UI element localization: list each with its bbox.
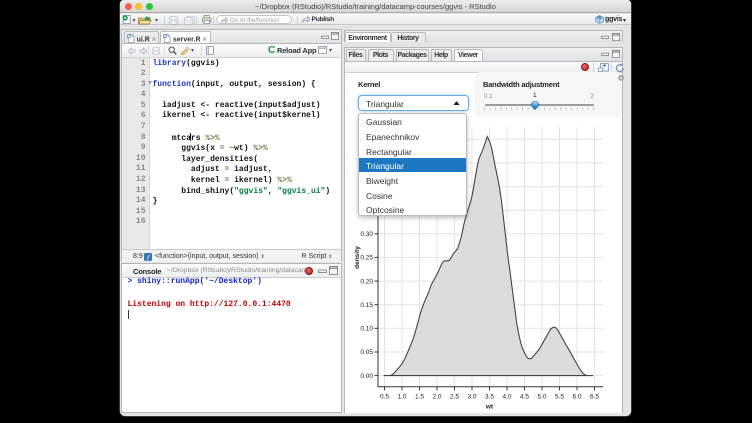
svg-text:5.5: 5.5 — [555, 394, 564, 401]
svg-text:2.0: 2.0 — [432, 394, 441, 401]
svg-text:3.0: 3.0 — [467, 394, 476, 401]
svg-text:6.0: 6.0 — [572, 394, 581, 401]
svg-text:0.15: 0.15 — [360, 302, 373, 309]
svg-text:2.5: 2.5 — [450, 394, 459, 401]
svg-text:0.25: 0.25 — [360, 255, 373, 262]
svg-text:1.0: 1.0 — [397, 394, 406, 401]
svg-text:0.10: 0.10 — [360, 326, 373, 333]
svg-text:0.20: 0.20 — [360, 278, 373, 285]
svg-text:3.5: 3.5 — [485, 394, 494, 401]
svg-text:6.5: 6.5 — [590, 394, 599, 401]
svg-text:1.5: 1.5 — [415, 394, 424, 401]
svg-text:4.0: 4.0 — [502, 394, 511, 401]
svg-text:wt: wt — [485, 404, 494, 411]
svg-text:0.05: 0.05 — [360, 349, 373, 356]
svg-text:0.00: 0.00 — [360, 373, 373, 380]
svg-text:4.5: 4.5 — [520, 394, 529, 401]
svg-text:density: density — [354, 246, 361, 269]
svg-text:0.30: 0.30 — [360, 231, 373, 238]
svg-text:5.0: 5.0 — [537, 394, 546, 401]
svg-text:0.5: 0.5 — [380, 394, 389, 401]
